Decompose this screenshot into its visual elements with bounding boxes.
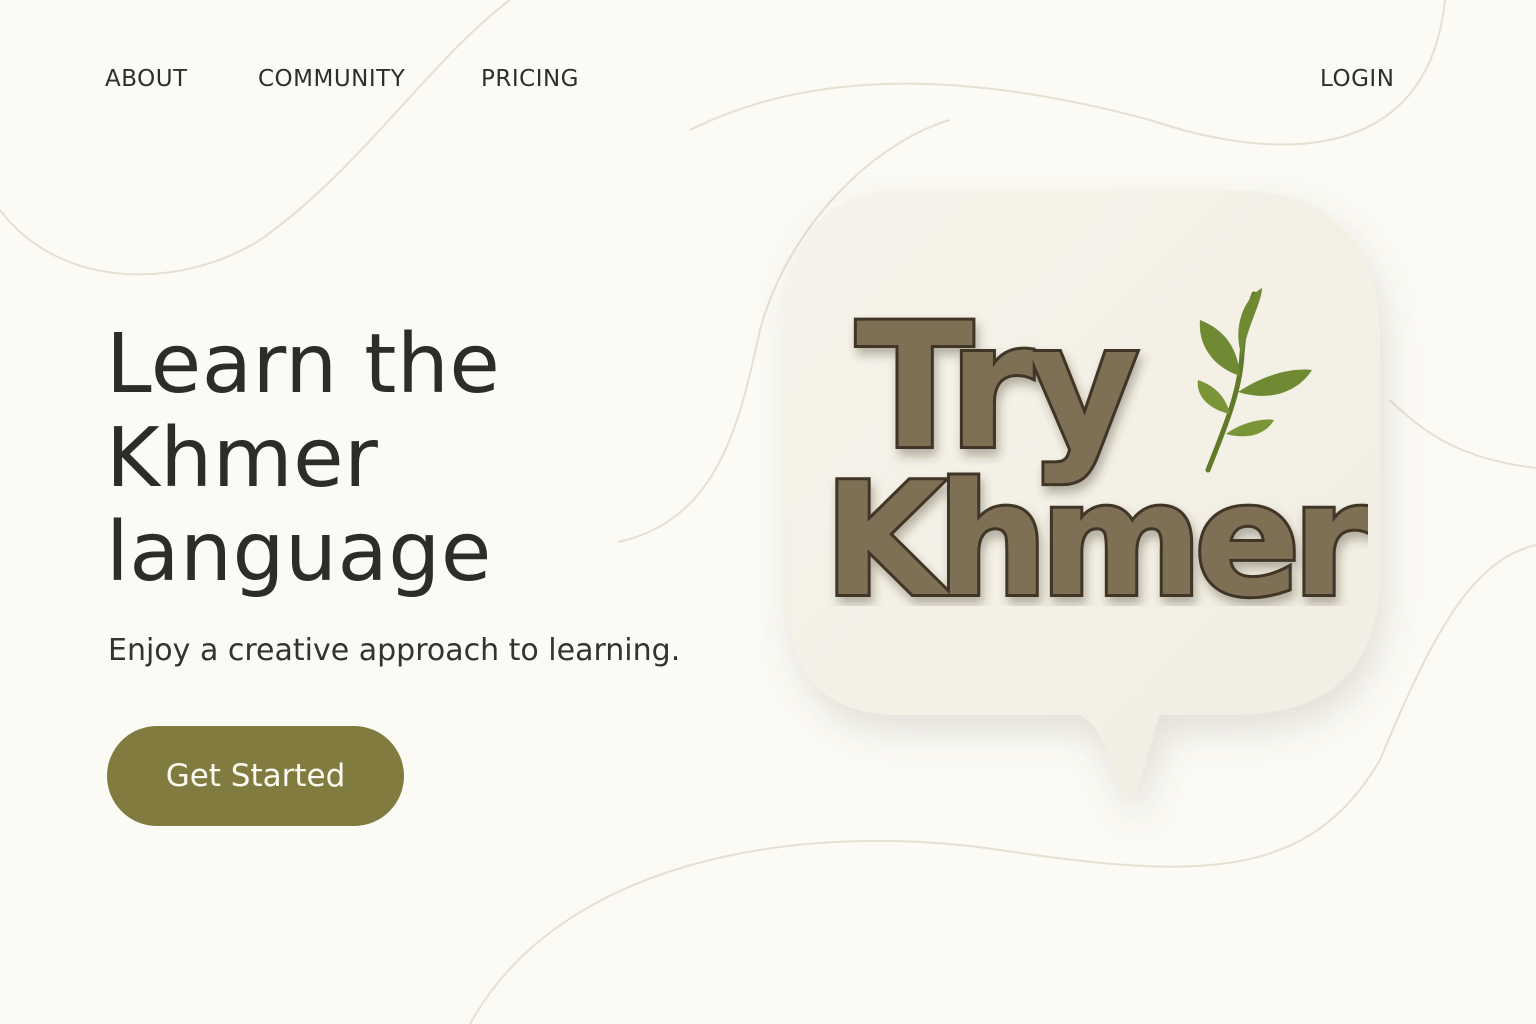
nav-link-login[interactable]: LOGIN (1320, 64, 1394, 94)
get-started-button[interactable]: Get Started (107, 726, 404, 826)
hero-title-line-2: Khmer (106, 411, 379, 506)
hero-title-line-3: language (106, 505, 492, 600)
nav-link-community[interactable]: COMMUNITY (258, 64, 405, 94)
nav-link-about[interactable]: ABOUT (105, 64, 188, 94)
logo-word-khmer: Khmer (824, 449, 1368, 606)
hero-subtitle: Enjoy a creative approach to learning. (108, 633, 681, 668)
hero-title-line-1: Learn the (106, 317, 501, 412)
hero-title: Learn the Khmer language (106, 318, 726, 600)
top-navigation: ABOUT COMMUNITY PRICING LOGIN (0, 0, 1536, 160)
nav-link-pricing[interactable]: PRICING (481, 64, 579, 94)
try-khmer-logo: Try Khmer (821, 283, 1368, 606)
